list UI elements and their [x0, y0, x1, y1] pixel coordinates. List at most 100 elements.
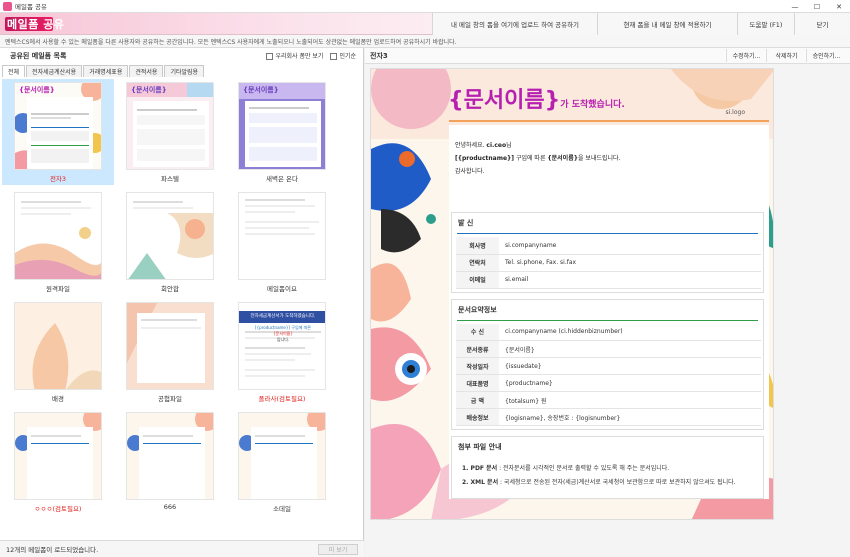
form-card[interactable]: 소데일	[226, 409, 338, 515]
form-card[interactable]: 메일폼이요	[226, 189, 338, 295]
preview-header: 전자3 수정하기... 삭제하기 승인하기...	[365, 48, 850, 64]
form-preview-panel: 전자3 수정하기... 삭제하기 승인하기... {문서이름}가 도착했습니다.…	[365, 48, 850, 557]
thumb-banner-text: 전자세금계산서가 도착하였습니다.	[250, 314, 316, 319]
sender-table: 회사명 si.companyname 연락처 Tel. si.phone, Fax.…	[456, 237, 761, 289]
form-card[interactable]: 전자세금계산서가 도착하였습니다. [{productname}] 구입에 따른…	[226, 299, 338, 405]
tab-tax-invoice[interactable]: 전자세금계산서용	[26, 65, 83, 77]
form-thumbnail: {문서이름}	[126, 82, 214, 170]
app-icon	[3, 1, 12, 11]
form-card-label: 전자3	[49, 175, 67, 183]
list-item: 2. XML 문서 : 국세청으로 전송된 전자(세금)계산서로 국세청이 보관…	[462, 479, 736, 486]
selected-form-name: 전자3	[370, 52, 388, 60]
maximize-icon[interactable]: ☐	[806, 0, 828, 13]
summary-section-title: 문서요약정보	[458, 305, 497, 314]
approve-button[interactable]: 승인하기...	[806, 49, 846, 62]
header-divider	[449, 120, 769, 122]
table-row: 작성일자 {issuedate}	[456, 357, 761, 375]
form-thumbnail	[238, 192, 326, 280]
attachment-list: 1. PDF 문서 : 전자문서를 시각적인 문서로 출력할 수 있도록 해 주…	[452, 457, 763, 498]
form-card-label: 폴라사(검토필요)	[258, 395, 306, 403]
thumbnail-art	[15, 303, 101, 389]
table-row: 문서종류 {문서이름}	[456, 340, 761, 358]
thumb-title: {문서이름}	[131, 86, 167, 94]
thumbnail-art	[127, 193, 213, 279]
table-row: 금 액 {totalsum} 원	[456, 391, 761, 409]
greeting-block: 안녕하세요. ci.ceo님 [{productname}] 구입에 따른 {문…	[449, 125, 769, 184]
close-button[interactable]: 닫기	[794, 13, 850, 35]
tab-statement[interactable]: 거래명세표용	[83, 65, 129, 77]
tab-other[interactable]: 기타알림용	[164, 65, 205, 77]
thumbnail-art	[127, 83, 213, 169]
minimize-icon[interactable]: —	[784, 0, 806, 13]
app-header: 메일폼 공유 내 메일 창의 폼을 여기에 업로드 하여 공유하기 현재 폼을 …	[0, 13, 850, 35]
form-card[interactable]: 666	[114, 409, 226, 515]
form-thumbnail	[14, 412, 102, 500]
table-row: 배송정보 {logisname}, 송장번호 : {logisnumber}	[456, 408, 761, 426]
thumbnail-art	[239, 413, 325, 499]
shared-form-list-panel: 공유된 메일폼 목록 우리회사 폼만 보기 인기순 전체 전자세금계산서용 거래…	[0, 48, 364, 557]
form-thumbnail: {문서이름}	[14, 82, 102, 170]
view-button[interactable]: 미 보기	[318, 544, 358, 555]
form-card[interactable]: {문서이름} 전자3	[2, 79, 114, 185]
sender-section: 발 신 회사명 si.companyname 연락처 Tel. si.phone, …	[451, 212, 764, 293]
checkbox-icon	[330, 53, 338, 60]
form-card[interactable]: {문서이름} 파스텔	[114, 79, 226, 185]
preview-logo-placeholder: si.logo	[725, 109, 745, 116]
window-controls: — ☐ ✕	[784, 0, 850, 13]
summary-section-bar	[457, 319, 758, 321]
summary-section: 문서요약정보 수 신 ci.companyname (ci.hiddenbiznu…	[451, 298, 764, 430]
form-card-label: 666	[163, 503, 177, 511]
form-thumbnail: 전자세금계산서가 도착하였습니다. [{productname}] 구입에 따른…	[238, 302, 326, 390]
form-card[interactable]: 회안합	[114, 189, 226, 295]
attachment-section: 첨부 파일 안내 1. PDF 문서 : 전자문서를 시각적인 문서로 출력할 …	[451, 436, 764, 499]
preview-actions: 수정하기... 삭제하기 승인하기...	[726, 49, 846, 62]
table-row: 대표품명 {productname}	[456, 374, 761, 392]
list-heading: 공유된 메일폼 목록 우리회사 폼만 보기 인기순	[0, 48, 364, 63]
upload-form-button[interactable]: 내 메일 창의 폼을 여기에 업로드 하여 공유하기	[432, 13, 597, 35]
greeting-line-1: 안녕하세요. ci.ceo님	[455, 142, 512, 149]
list-item: 1. PDF 문서 : 전자문서를 시각적인 문서로 출력할 수 있도록 해 주…	[462, 465, 670, 472]
form-thumbnail	[126, 302, 214, 390]
window-titlebar: 메일폼 공유 — ☐ ✕	[0, 0, 850, 13]
form-card[interactable]: 공험파일	[114, 299, 226, 405]
form-card-label: 배경	[52, 395, 64, 403]
form-card[interactable]: 배경	[2, 299, 114, 405]
table-row: 이메일 si.email	[456, 271, 761, 289]
thumbnail-art	[127, 303, 213, 389]
list-status-bar: 12개의 메일폼이 로드되었습니다. 미 보기	[0, 540, 364, 557]
thumbnail-art	[15, 193, 101, 279]
summary-table: 수 신 ci.companyname (ci.hiddenbiznumber) 문…	[456, 323, 761, 426]
sender-section-title: 발 신	[458, 219, 474, 227]
form-card[interactable]: 원격파일	[2, 189, 114, 295]
close-icon[interactable]: ✕	[828, 0, 850, 13]
form-thumbnail	[126, 412, 214, 500]
only-my-company-checkbox[interactable]: 우리회사 폼만 보기	[266, 51, 323, 60]
page-title: 메일폼 공유	[7, 18, 65, 31]
help-button[interactable]: 도움말 (F1)	[737, 13, 794, 35]
form-card[interactable]: ㅇㅇㅇ(검토필요)	[2, 409, 114, 515]
form-card-label: 소데일	[273, 505, 291, 513]
email-preview: {문서이름}가 도착했습니다. si.logo 안녕하세요. ci.ceo님 […	[370, 68, 774, 520]
table-row: 회사명 si.companyname	[456, 237, 761, 255]
apply-form-button[interactable]: 현재 폼을 내 메일 창에 적용하기	[597, 13, 737, 35]
form-card-label: 원격파일	[46, 285, 70, 293]
form-card-label: ㅇㅇㅇ(검토필요)	[34, 505, 82, 513]
tab-all[interactable]: 전체	[2, 65, 26, 77]
edit-button[interactable]: 수정하기...	[726, 49, 766, 62]
form-grid: {문서이름} 전자3 {문서이름} 파스텔 {문서이름} 새벽은 온다 원격파일…	[2, 79, 358, 539]
list-heading-label: 공유된 메일폼 목록	[10, 51, 67, 60]
thumb-sub-text3: 입니다.	[276, 337, 290, 342]
form-thumbnail	[238, 412, 326, 500]
thumbnail-art	[15, 83, 101, 169]
greeting-line-2: [{productname}] 구입에 따른 {문서이름}을 보내드립니다.	[455, 155, 621, 162]
form-card[interactable]: {문서이름} 새벽은 온다	[226, 79, 338, 185]
form-card-label: 회안합	[161, 285, 179, 293]
popular-sort-checkbox[interactable]: 인기순	[330, 51, 356, 60]
delete-button[interactable]: 삭제하기	[766, 49, 806, 62]
tab-estimate[interactable]: 견적서용	[129, 65, 164, 77]
status-text: 12개의 메일폼이 로드되었습니다.	[6, 546, 99, 554]
category-tabs: 전체 전자세금계산서용 거래명세표용 견적서용 기타알림용	[2, 65, 205, 77]
form-thumbnail	[14, 302, 102, 390]
sender-section-bar	[457, 233, 758, 234]
thumbnail-art	[15, 413, 101, 499]
